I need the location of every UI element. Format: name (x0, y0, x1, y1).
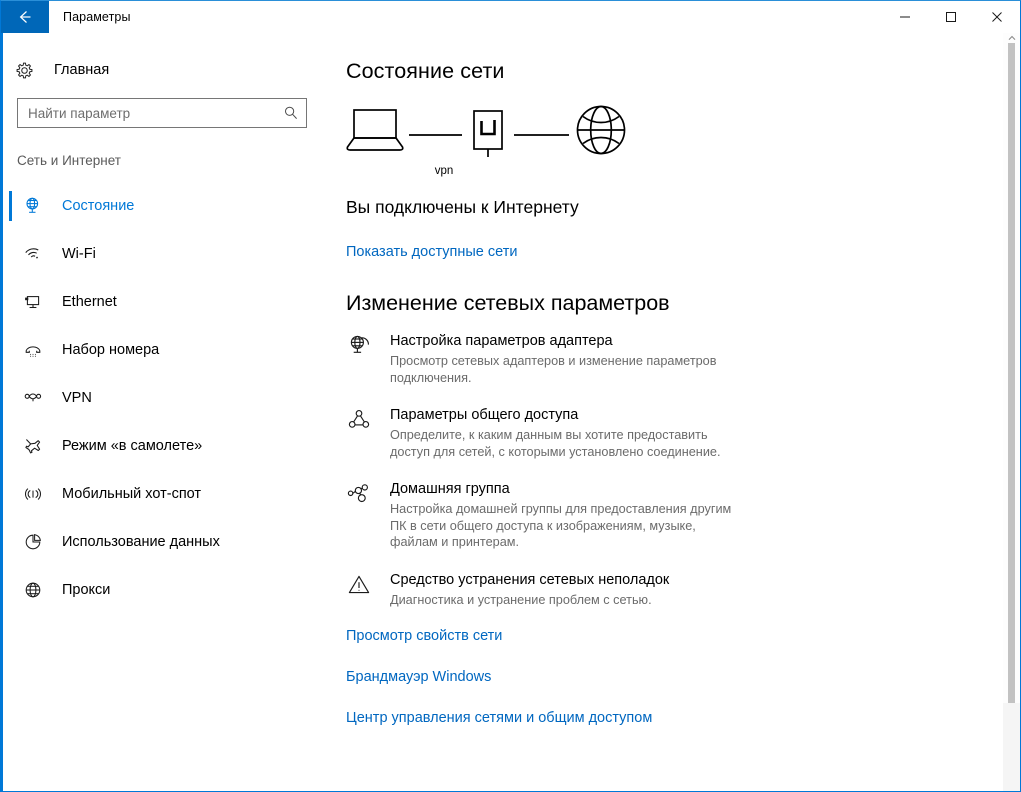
airplane-icon (23, 436, 49, 456)
adapter-options-icon (346, 332, 372, 386)
setting-description: Определите, к каким данным вы хотите пре… (390, 428, 721, 459)
gear-icon (15, 61, 41, 80)
setting-row-adapter-options[interactable]: Настройка параметров адаптера Просмотр с… (346, 332, 766, 386)
search-icon[interactable] (276, 105, 306, 121)
wifi-icon (23, 244, 49, 264)
sidebar-item-label: Использование данных (62, 534, 220, 550)
back-arrow-icon (19, 11, 31, 23)
sidebar-nav-list: Состояние Wi-Fi Ethernet Набор номера VP… (1, 182, 322, 614)
title-bar: Параметры (1, 1, 1020, 33)
sidebar: Главная Сеть и Интернет (1, 33, 322, 791)
network-diagram: vpn (346, 105, 666, 183)
setting-description: Диагностика и устранение проблем с сетью… (390, 592, 652, 607)
selection-accent-bar (9, 575, 12, 605)
sidebar-item-home[interactable]: Главная (1, 50, 322, 90)
network-and-sharing-center-link[interactable]: Центр управления сетями и общим доступом (346, 710, 1020, 726)
vertical-scrollbar[interactable] (1003, 33, 1020, 791)
sidebar-item-label: Режим «в самолете» (62, 438, 203, 454)
network-status-icon (23, 196, 49, 216)
connection-status-text: Вы подключены к Интернету (346, 197, 579, 217)
minimize-button[interactable] (882, 1, 928, 33)
vpn-icon (23, 388, 49, 408)
setting-row-homegroup[interactable]: Домашняя группа Настройка домашней групп… (346, 480, 766, 551)
sidebar-item-ethernet[interactable]: Ethernet (1, 278, 322, 326)
section-title-change-network-settings: Изменение сетевых параметров (346, 291, 670, 315)
proxy-globe-icon (23, 580, 49, 600)
sidebar-item-mobile-hotspot[interactable]: Мобильный хот-спот (1, 470, 322, 518)
sidebar-category-title: Сеть и Интернет (17, 153, 121, 168)
sidebar-item-wifi[interactable]: Wi-Fi (1, 230, 322, 278)
close-button[interactable] (974, 1, 1020, 33)
sidebar-item-data-usage[interactable]: Использование данных (1, 518, 322, 566)
selection-accent-bar (9, 479, 12, 509)
setting-title: Настройка параметров адаптера (390, 333, 613, 349)
scroll-thumb[interactable] (1008, 43, 1015, 703)
network-diagram-graphic (346, 105, 626, 157)
setting-title: Средство устранения сетевых неполадок (390, 571, 670, 588)
close-icon (992, 12, 1002, 22)
sidebar-item-label: Состояние (62, 198, 135, 214)
view-network-properties-link[interactable]: Просмотр свойств сети (346, 628, 1020, 644)
sidebar-item-label: VPN (62, 390, 92, 406)
dial-up-icon (23, 340, 49, 360)
troubleshoot-warning-icon (346, 571, 372, 609)
setting-title: Параметры общего доступа (390, 407, 579, 423)
scroll-track[interactable] (1003, 703, 1020, 791)
sharing-options-icon (346, 406, 372, 460)
windows-firewall-link[interactable]: Брандмауэр Windows (346, 669, 1020, 685)
window-body: Главная Сеть и Интернет (1, 33, 1020, 791)
setting-title: Домашняя группа (390, 481, 510, 497)
sidebar-item-home-label: Главная (54, 62, 110, 78)
sidebar-item-status[interactable]: Состояние (1, 182, 322, 230)
sidebar-item-label: Прокси (62, 582, 111, 598)
sidebar-item-airplane-mode[interactable]: Режим «в самолете» (1, 422, 322, 470)
setting-row-troubleshooter[interactable]: Средство устранения сетевых неполадок Ди… (346, 571, 766, 609)
settings-window: Параметры Главная Найти параметр Сеть и … (0, 0, 1021, 792)
selection-accent-bar (9, 287, 12, 317)
chevron-up-icon (1008, 35, 1015, 40)
network-settings-list: Настройка параметров адаптера Просмотр с… (346, 332, 1020, 608)
sidebar-item-label: Мобильный хот-спот (62, 486, 202, 502)
maximize-icon (946, 12, 956, 22)
search-box[interactable] (17, 98, 307, 128)
back-button[interactable] (1, 1, 49, 33)
window-title: Параметры (63, 10, 131, 24)
scroll-up-button[interactable] (1003, 33, 1020, 43)
ethernet-icon (23, 292, 49, 312)
setting-description: Просмотр сетевых адаптеров и изменение п… (390, 354, 717, 385)
sidebar-item-vpn[interactable]: VPN (1, 374, 322, 422)
selection-accent-bar (9, 431, 12, 461)
sidebar-item-dialup[interactable]: Набор номера (1, 326, 322, 374)
sidebar-item-label: Набор номера (62, 342, 160, 358)
setting-row-sharing-options[interactable]: Параметры общего доступа Определите, к к… (346, 406, 766, 460)
setting-description: Настройка домашней группы для предоставл… (390, 502, 732, 549)
minimize-icon (900, 16, 910, 18)
vpn-node-label: vpn (434, 165, 454, 177)
show-available-networks-link[interactable]: Показать доступные сети (346, 244, 517, 260)
search-input[interactable] (18, 99, 276, 127)
hotspot-icon (23, 484, 49, 504)
sidebar-item-proxy[interactable]: Прокси (1, 566, 322, 614)
selection-accent-bar (9, 335, 12, 365)
main-content: Состояние сети vpn Вы подключены к Интер… (322, 33, 1020, 791)
selection-accent-bar (9, 527, 12, 557)
page-title: Состояние сети (346, 59, 505, 83)
data-usage-icon (23, 532, 49, 552)
sidebar-item-label: Ethernet (62, 294, 117, 310)
sidebar-item-label: Wi-Fi (62, 246, 96, 262)
bottom-links-list: Просмотр свойств сети Брандмауэр Windows… (346, 628, 1020, 726)
selection-accent-bar (9, 239, 12, 269)
selection-accent-bar (9, 383, 12, 413)
homegroup-icon (346, 480, 372, 551)
selection-accent-bar (9, 191, 12, 221)
maximize-button[interactable] (928, 1, 974, 33)
